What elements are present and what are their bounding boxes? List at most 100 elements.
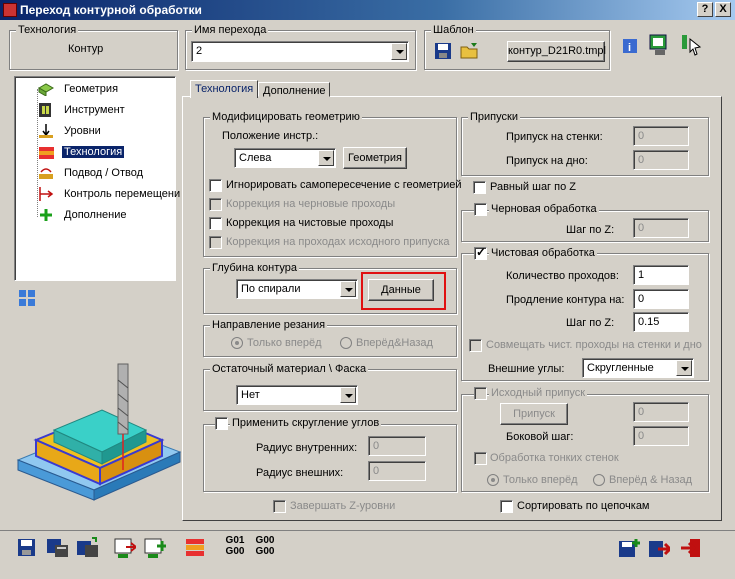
g-code-button[interactable]: G01 G00 bbox=[222, 535, 248, 557]
combine-finish-checkbox[interactable] bbox=[469, 339, 482, 352]
corner-rounding-label: Применить скругление углов bbox=[230, 417, 382, 429]
template-name-button[interactable]: контур_D21R0.tmpl bbox=[507, 41, 606, 62]
help-button[interactable]: ? bbox=[697, 2, 713, 17]
close-button[interactable]: X bbox=[715, 2, 731, 17]
residual-material-combo[interactable]: Нет bbox=[236, 385, 358, 405]
operation-name-group: Имя перехода 2 bbox=[185, 24, 416, 70]
corner-rounding-group bbox=[203, 424, 457, 492]
contour-extend-input[interactable]: 0 bbox=[633, 289, 689, 309]
geometry-button[interactable]: Геометрия bbox=[343, 147, 407, 169]
combine-finish-label: Совмещать чист. проходы на стенки и дно bbox=[486, 339, 702, 351]
rough-machining-checkbox[interactable] bbox=[474, 203, 487, 216]
thin-walls-checkbox[interactable] bbox=[474, 452, 487, 465]
finish-z-step-input[interactable]: 0.15 bbox=[633, 312, 689, 332]
chevron-down-icon[interactable] bbox=[391, 43, 407, 60]
save-exit-icon[interactable] bbox=[648, 537, 670, 559]
template-group: Шаблон контур_D21R0.tmpl bbox=[424, 24, 610, 70]
chevron-down-icon[interactable] bbox=[676, 360, 692, 376]
stock-forward-only-label: Только вперёд bbox=[503, 474, 578, 486]
passes-count-label: Количество проходов: bbox=[506, 270, 619, 282]
exit-icon[interactable] bbox=[680, 537, 702, 559]
finish-z-levels-checkbox[interactable] bbox=[273, 500, 286, 513]
wall-allowance-input[interactable]: 0 bbox=[633, 126, 689, 146]
view-grid-icon[interactable] bbox=[18, 289, 36, 307]
dialog-window: Переход контурной обработки ? X Технолог… bbox=[0, 0, 735, 579]
save-icon[interactable] bbox=[433, 41, 453, 61]
floor-allowance-input[interactable]: 0 bbox=[633, 150, 689, 170]
finish-z-levels-label: Завершать Z-уровни bbox=[290, 500, 396, 512]
source-stock-checkbox[interactable] bbox=[474, 387, 487, 400]
inner-radius-label: Радиус внутренних: bbox=[256, 442, 358, 454]
bottom-separator bbox=[0, 530, 735, 531]
tool-position-label: Положение инстр.: bbox=[222, 130, 319, 142]
tool-position-combo[interactable]: Слева bbox=[234, 148, 336, 168]
window-title: Переход контурной обработки bbox=[20, 3, 202, 17]
forward-only-radio[interactable] bbox=[231, 337, 243, 349]
stock-button[interactable]: Припуск bbox=[500, 403, 568, 425]
rough-machining-label: Черновая обработка bbox=[489, 203, 599, 215]
side-step-label: Боковой шаг: bbox=[506, 431, 574, 443]
operation-name-combo[interactable]: 2 bbox=[191, 41, 409, 62]
chevron-down-icon[interactable] bbox=[340, 281, 356, 297]
svg-text:i: i bbox=[628, 42, 631, 54]
rough-correction-checkbox[interactable] bbox=[209, 198, 222, 211]
simulation-icon[interactable] bbox=[648, 33, 670, 57]
source-stock-input[interactable]: 0 bbox=[633, 402, 689, 422]
passes-count-input[interactable]: 1 bbox=[633, 265, 689, 285]
outer-corners-combo[interactable]: Скругленные bbox=[582, 358, 694, 378]
tab-addition[interactable]: Дополнение bbox=[258, 82, 331, 97]
stock-forward-back-label: Вперёд & Назад bbox=[609, 474, 693, 486]
rough-z-step-input[interactable]: 0 bbox=[633, 218, 689, 238]
title-bar: Переход контурной обработки ? X bbox=[0, 0, 735, 20]
chevron-down-icon[interactable] bbox=[340, 387, 356, 403]
technology-value: Контур bbox=[68, 43, 104, 55]
side-step-input[interactable]: 0 bbox=[633, 426, 689, 446]
chevron-down-icon[interactable] bbox=[318, 150, 334, 166]
residual-material-title: Остаточный материал \ Фаска bbox=[210, 363, 369, 375]
stock-correction-checkbox[interactable] bbox=[209, 236, 222, 249]
technology-group: Технология Контур bbox=[9, 24, 178, 70]
insert-operation-icon[interactable] bbox=[114, 537, 136, 559]
technology-label: Технология bbox=[16, 24, 79, 36]
thin-walls-label: Обработка тонких стенок bbox=[490, 452, 619, 464]
save-icon[interactable] bbox=[16, 537, 38, 559]
stock-forward-back-radio[interactable] bbox=[593, 474, 605, 486]
save-as-icon[interactable] bbox=[46, 537, 68, 559]
save-close-icon[interactable] bbox=[618, 537, 640, 559]
contour-depth-title: Глубина контура bbox=[210, 262, 299, 274]
ignore-self-intersection-checkbox[interactable] bbox=[209, 179, 222, 192]
stock-correction-label: Коррекция на проходах исходного припуска bbox=[226, 236, 450, 248]
forward-back-radio[interactable] bbox=[340, 337, 352, 349]
sort-chains-checkbox[interactable] bbox=[500, 500, 513, 513]
technology-icon[interactable] bbox=[184, 537, 206, 559]
finish-machining-checkbox[interactable] bbox=[474, 245, 487, 260]
approach-icon bbox=[39, 168, 53, 179]
stock-forward-only-radio[interactable] bbox=[487, 474, 499, 486]
part-preview-image bbox=[16, 363, 182, 501]
info-icon[interactable]: i bbox=[622, 38, 638, 54]
inner-radius-input[interactable]: 0 bbox=[368, 436, 426, 456]
forward-only-label: Только вперёд bbox=[247, 337, 322, 349]
contour-extend-label: Продление контура на: bbox=[506, 294, 625, 306]
source-stock-label: Исходный припуск bbox=[489, 387, 588, 399]
depth-mode-combo[interactable]: По спирали bbox=[236, 279, 358, 299]
save-all-icon[interactable] bbox=[76, 537, 98, 559]
finish-correction-checkbox[interactable] bbox=[209, 217, 222, 230]
data-button[interactable]: Данные bbox=[368, 279, 434, 301]
rough-correction-label: Коррекция на черновые проходы bbox=[226, 198, 396, 210]
modify-geometry-title: Модифицировать геометрию bbox=[210, 111, 362, 123]
tab-technology[interactable]: Технология bbox=[190, 80, 259, 98]
g00-label: G00 bbox=[225, 546, 245, 557]
template-label: Шаблон bbox=[431, 24, 476, 36]
outer-radius-label: Радиус внешних: bbox=[256, 467, 344, 479]
open-folder-icon[interactable] bbox=[459, 41, 481, 61]
outer-radius-input[interactable]: 0 bbox=[368, 461, 426, 481]
add-operation-icon[interactable] bbox=[144, 537, 166, 559]
g01-label: G01 bbox=[225, 535, 245, 546]
equal-z-step-checkbox[interactable] bbox=[473, 181, 486, 194]
g00-lower-label: G00 bbox=[255, 546, 275, 557]
corner-rounding-checkbox[interactable] bbox=[215, 417, 228, 430]
outer-corners-label: Внешние углы: bbox=[488, 363, 565, 375]
g-code-rapid-button[interactable]: G00 G00 bbox=[252, 535, 278, 557]
tool-select-icon[interactable] bbox=[678, 33, 704, 57]
